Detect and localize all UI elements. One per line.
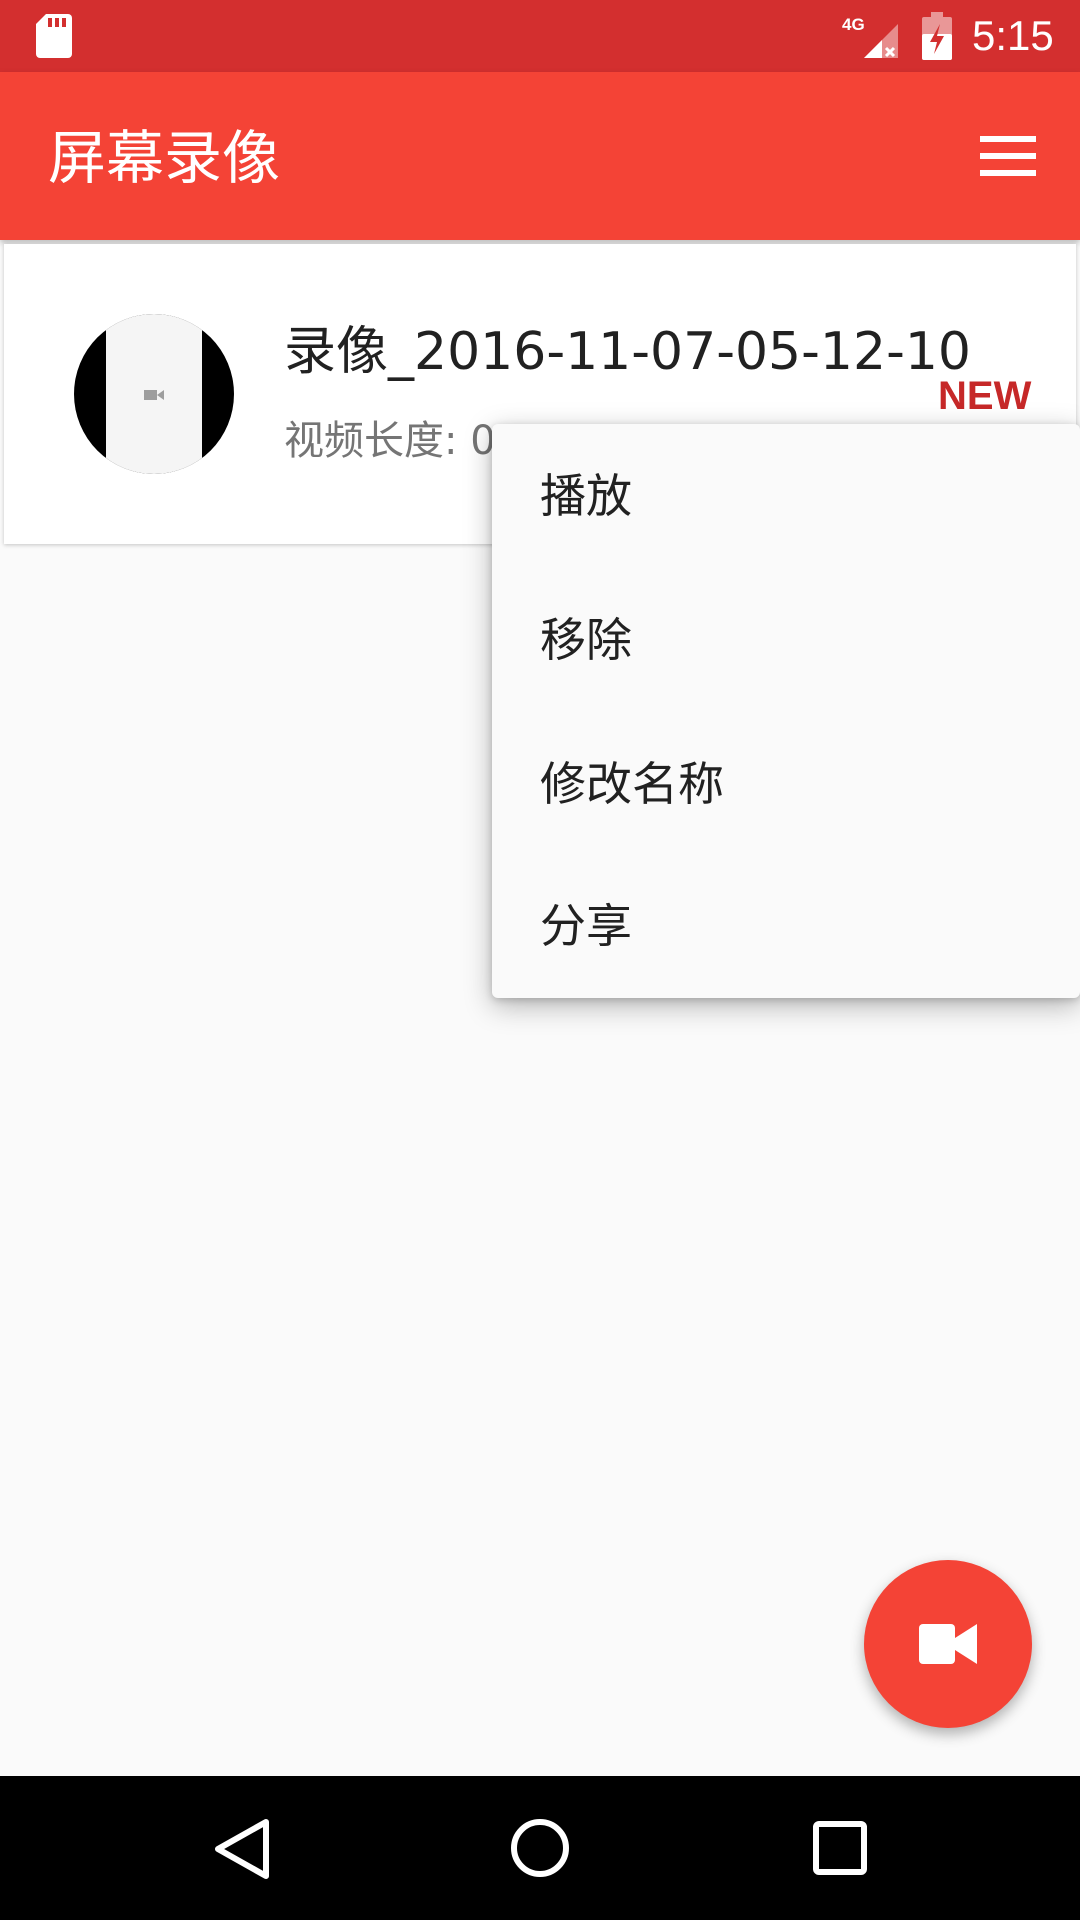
- record-fab-button[interactable]: [864, 1560, 1032, 1728]
- recording-title: 录像_2016-11-07-05-12-10: [284, 322, 971, 382]
- hamburger-menu-icon[interactable]: [980, 134, 1036, 178]
- home-icon[interactable]: [510, 1818, 570, 1878]
- network-label: 4G: [842, 15, 865, 34]
- video-thumbnail: [74, 314, 234, 474]
- navigation-bar: [0, 1776, 1080, 1920]
- new-badge: NEW: [938, 374, 1032, 418]
- battery-charging-icon: [922, 12, 952, 60]
- page-title: 屏幕录像: [48, 124, 281, 192]
- app-bar: 屏幕录像: [0, 72, 1080, 240]
- back-icon[interactable]: [212, 1816, 272, 1882]
- video-camera-icon: [919, 1624, 977, 1664]
- sd-card-icon: [36, 14, 72, 58]
- thumbnail-camera-icon: [144, 390, 164, 400]
- recents-icon[interactable]: [812, 1820, 868, 1876]
- status-bar: 4G 5:15: [0, 0, 1080, 72]
- signal-icon: 4G: [842, 15, 898, 58]
- recording-duration: 视频长度: 0: [284, 418, 496, 464]
- thumbnail-screen: [106, 314, 202, 474]
- menu-item-remove[interactable]: 移除: [492, 568, 1080, 712]
- menu-item-play[interactable]: 播放: [492, 424, 1080, 568]
- status-time: 5:15: [972, 12, 1054, 59]
- menu-item-rename[interactable]: 修改名称: [492, 712, 1080, 856]
- menu-item-share[interactable]: 分享: [492, 854, 1080, 998]
- context-menu: 播放 移除 修改名称 分享: [492, 424, 1080, 998]
